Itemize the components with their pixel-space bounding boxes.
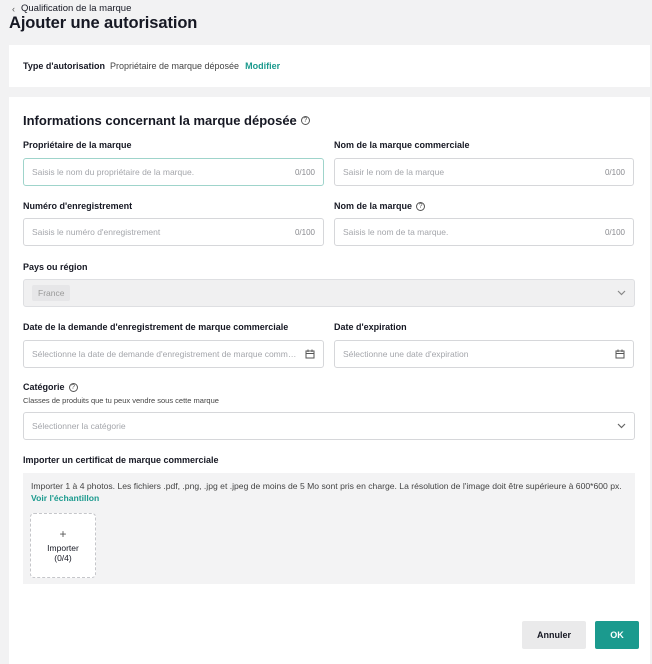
upload-button[interactable]: + Importer (0/4)	[30, 513, 96, 578]
certificate-upload-area: Importer 1 à 4 photos. Les fichiers .pdf…	[23, 473, 635, 584]
section-title: Informations concernant la marque déposé…	[23, 113, 310, 128]
authorization-type-card: Type d'autorisation Propriétaire de marq…	[9, 45, 650, 87]
certificate-label: Importer un certificat de marque commerc…	[23, 455, 219, 465]
country-select[interactable]: France	[23, 279, 635, 307]
expiry-date-label: Date d'expiration	[334, 322, 407, 332]
category-placeholder: Sélectionner la catégorie	[32, 421, 126, 431]
sample-link[interactable]: Voir l'échantillon	[31, 493, 99, 503]
category-hint: Classes de produits que tu peux vendre s…	[23, 396, 219, 405]
help-icon[interactable]: ?	[416, 201, 426, 211]
trade-name-placeholder: Saisir le nom de la marque	[343, 167, 445, 177]
category-label-wrap: Catégorie ?	[23, 382, 78, 392]
category-label: Catégorie	[23, 382, 65, 392]
owner-input[interactable]: Saisis le nom du propriétaire de la marq…	[23, 158, 324, 186]
reg-number-input[interactable]: Saisis le numéro d'enregistrement 0/100	[23, 218, 324, 246]
trade-name-input[interactable]: Saisir le nom de la marque 0/100	[334, 158, 634, 186]
chevron-left-icon[interactable]: ‹	[12, 4, 15, 14]
plus-icon: +	[59, 527, 67, 541]
ok-button[interactable]: OK	[595, 621, 639, 649]
calendar-icon[interactable]	[305, 349, 315, 359]
page-title: Ajouter une autorisation	[9, 14, 198, 32]
upload-label: Importer	[47, 543, 79, 553]
brand-name-input[interactable]: Saisis le nom de ta marque. 0/100	[334, 218, 634, 246]
country-chip: France	[32, 285, 71, 301]
application-date-label: Date de la demande d'enregistrement de m…	[23, 322, 289, 332]
modify-link[interactable]: Modifier	[245, 61, 280, 71]
brand-name-counter: 0/100	[604, 227, 625, 237]
certificate-description-text: Importer 1 à 4 photos. Les fichiers .pdf…	[31, 481, 622, 491]
chevron-down-icon[interactable]	[617, 290, 626, 296]
chevron-down-icon[interactable]	[617, 423, 626, 429]
country-label: Pays ou région	[23, 262, 88, 272]
breadcrumb-back-link[interactable]: Qualification de la marque	[21, 3, 131, 14]
category-select[interactable]: Sélectionner la catégorie	[23, 412, 635, 440]
application-date-placeholder: Sélectionne la date de demande d'enregis…	[32, 349, 299, 359]
trade-name-label: Nom de la marque commerciale	[334, 140, 470, 150]
upload-count: (0/4)	[54, 553, 72, 563]
owner-placeholder: Saisis le nom du propriétaire de la marq…	[32, 167, 195, 177]
brand-name-label: Nom de la marque	[334, 201, 413, 211]
trade-name-counter: 0/100	[604, 167, 625, 177]
reg-number-placeholder: Saisis le numéro d'enregistrement	[32, 227, 161, 237]
application-date-input[interactable]: Sélectionne la date de demande d'enregis…	[23, 340, 324, 368]
help-icon[interactable]: ?	[68, 382, 78, 392]
breadcrumb[interactable]: ‹ Qualification de la marque	[12, 3, 131, 14]
calendar-icon[interactable]	[615, 349, 625, 359]
certificate-description: Importer 1 à 4 photos. Les fichiers .pdf…	[31, 480, 631, 504]
brand-name-label-wrap: Nom de la marque ?	[334, 201, 426, 211]
cancel-button[interactable]: Annuler	[522, 621, 586, 649]
reg-number-label: Numéro d'enregistrement	[23, 201, 133, 211]
expiry-date-input[interactable]: Sélectionne une date d'expiration	[334, 340, 634, 368]
owner-label: Propriétaire de la marque	[23, 140, 132, 150]
expiry-date-placeholder: Sélectionne une date d'expiration	[343, 349, 469, 359]
owner-counter: 0/100	[294, 167, 315, 177]
authorization-type-value: Propriétaire de marque déposée	[109, 61, 240, 71]
section-title-text: Informations concernant la marque déposé…	[23, 113, 297, 128]
help-icon[interactable]: ?	[300, 116, 310, 125]
authorization-type-label: Type d'autorisation	[23, 61, 105, 71]
trademark-form: Informations concernant la marque déposé…	[9, 97, 650, 664]
brand-name-placeholder: Saisis le nom de ta marque.	[343, 227, 449, 237]
reg-number-counter: 0/100	[294, 227, 315, 237]
